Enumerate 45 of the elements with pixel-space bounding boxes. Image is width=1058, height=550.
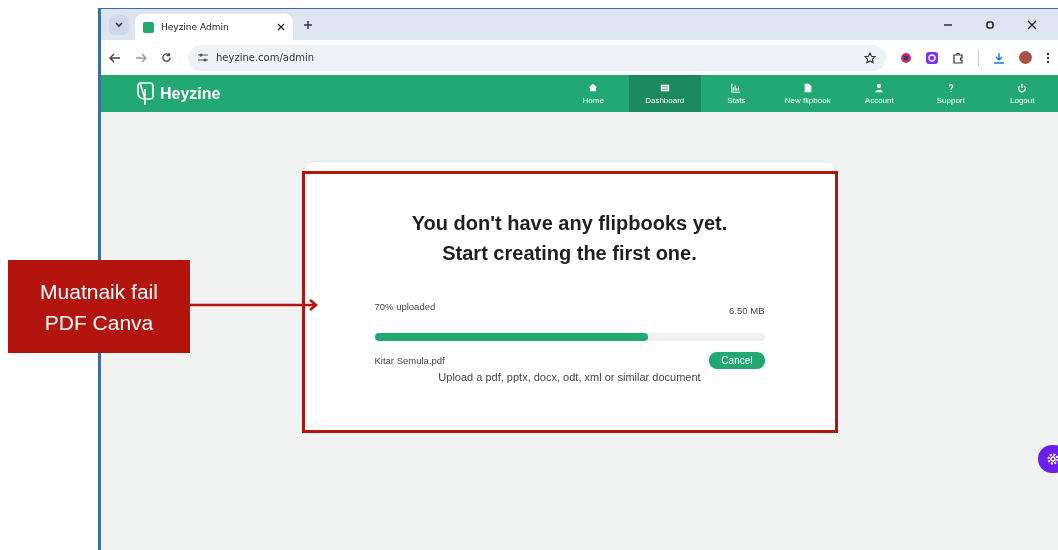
nav-item[interactable]: Dashboard — [629, 75, 701, 112]
url-text: heyzine.com/admin — [216, 52, 315, 63]
bar-chart-icon — [731, 82, 742, 93]
file-name: Kitar Semula.pdf — [374, 355, 445, 366]
plus-icon[interactable] — [303, 19, 313, 30]
document-icon — [802, 82, 813, 93]
browser-tab[interactable]: Heyzine Admin — [135, 14, 293, 40]
site-settings-icon[interactable] — [198, 53, 208, 62]
annotation-callout: Muatnaik fail PDF Canva — [8, 260, 190, 353]
restore-icon[interactable] — [985, 19, 995, 30]
nav-item[interactable]: Account — [843, 75, 915, 112]
upload-hint: Upload a pdf, pptx, docx, odt, xml or similar document — [437, 371, 702, 383]
progress-label: 70% uploaded — [374, 301, 436, 312]
nav-item[interactable]: New flipbook — [772, 75, 844, 112]
home-icon — [588, 82, 599, 93]
nav-item[interactable]: Logout — [986, 75, 1058, 112]
heading-line: You don't have any flipbooks yet. — [411, 212, 728, 235]
star-icon[interactable] — [864, 51, 876, 64]
profile-avatar[interactable] — [1019, 51, 1032, 64]
reload-icon[interactable] — [161, 52, 172, 63]
extension-icon[interactable] — [926, 51, 938, 64]
extension-icon[interactable] — [900, 51, 912, 64]
address-bar[interactable]: heyzine.com/admin — [188, 44, 886, 71]
brand-name[interactable]: Heyzine — [160, 84, 221, 103]
tab-list-button[interactable] — [109, 14, 129, 35]
favicon-icon — [143, 21, 154, 33]
caret-icon — [114, 19, 124, 30]
close-tab-icon[interactable] — [277, 23, 285, 31]
user-icon — [874, 82, 885, 93]
gear-icon — [1045, 451, 1058, 467]
nav-item[interactable]: Support — [915, 75, 987, 112]
forward-icon[interactable] — [135, 52, 147, 63]
cancel-button[interactable]: Cancel — [709, 352, 765, 369]
nav-item[interactable]: Home — [557, 75, 629, 112]
power-icon — [1017, 82, 1028, 93]
heading-line: Start creating the first one. — [442, 242, 697, 265]
logo-icon — [136, 80, 154, 107]
back-icon[interactable] — [109, 52, 121, 63]
dashboard-icon — [659, 82, 670, 93]
file-size: 6.50 MB — [729, 305, 765, 316]
nav-item[interactable]: Stats — [700, 75, 772, 112]
close-icon[interactable] — [1027, 19, 1037, 30]
download-icon[interactable] — [993, 51, 1005, 64]
puzzle-icon[interactable] — [952, 51, 964, 64]
more-icon[interactable] — [1046, 51, 1050, 64]
